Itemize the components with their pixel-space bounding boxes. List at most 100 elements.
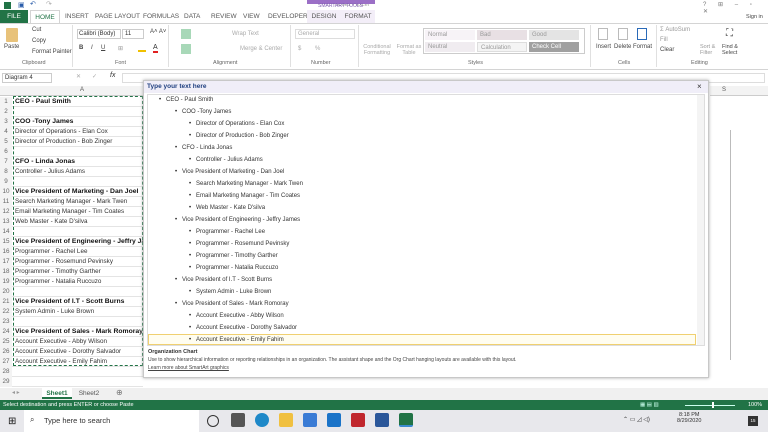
- row-number[interactable]: 20: [0, 287, 12, 297]
- cell-a[interactable]: Account Executive - Dorothy Salvador: [15, 347, 143, 357]
- text-pane-item-level-3[interactable]: Programmer - Rosemund Pevinsky: [189, 241, 289, 247]
- sheet-row[interactable]: 5 Director of Production - Bob Zinger: [0, 137, 143, 147]
- insert-function-button[interactable]: fx: [110, 72, 115, 79]
- sheet-row[interactable]: 1 CEO - Paul Smith: [0, 97, 143, 107]
- sheet-row[interactable]: 16 Programmer - Rachel Lee: [0, 247, 143, 257]
- text-pane-item-level-3[interactable]: Programmer - Rachel Lee: [189, 229, 265, 235]
- row-number[interactable]: 24: [0, 327, 12, 337]
- cell-a[interactable]: Programmer - Rachel Lee: [15, 247, 143, 257]
- column-header-a[interactable]: A: [80, 87, 84, 93]
- font-color-icon[interactable]: A: [153, 44, 158, 53]
- clear-button[interactable]: Clear: [660, 47, 674, 53]
- row-number[interactable]: 10: [0, 187, 12, 197]
- sheet-row[interactable]: 19 Programmer - Natalia Ruccuzo: [0, 277, 143, 287]
- cortana-icon[interactable]: [207, 415, 219, 427]
- view-buttons[interactable]: ▦ ▤ ▥: [640, 400, 659, 410]
- cell-a[interactable]: Controller - Julius Adams: [15, 167, 143, 177]
- insert-button[interactable]: Insert: [596, 44, 611, 50]
- mcafee-icon[interactable]: [351, 413, 365, 427]
- bold-button[interactable]: B: [79, 45, 83, 51]
- text-pane-item-level-3[interactable]: Account Executive - Dorothy Salvador: [189, 325, 297, 331]
- row-number[interactable]: 8: [0, 167, 12, 177]
- learn-more-link[interactable]: Learn more about SmartArt graphics: [148, 365, 229, 371]
- sheet-row[interactable]: 11 Search Marketing Manager - Mark Twen: [0, 197, 143, 207]
- fill-color-icon[interactable]: [138, 46, 146, 52]
- sheet-row[interactable]: 12 Email Marketing Manager - Tim Coates: [0, 207, 143, 217]
- tab-format[interactable]: FORMAT: [341, 10, 375, 23]
- text-pane-item-level-1[interactable]: CEO - Paul Smith: [159, 97, 213, 103]
- style-check-cell[interactable]: Check Cell: [529, 42, 579, 52]
- sheet-row[interactable]: 15 Vice President of Engineering - Jeffry…: [0, 237, 143, 247]
- text-pane-item-level-3[interactable]: Account Executive - Emily Fahim: [189, 337, 284, 343]
- row-number[interactable]: 14: [0, 227, 12, 237]
- row-number[interactable]: 17: [0, 257, 12, 267]
- percent-button[interactable]: %: [315, 46, 320, 52]
- text-pane-item-level-2[interactable]: COO -Tony James: [175, 109, 231, 115]
- row-number[interactable]: 22: [0, 307, 12, 317]
- add-sheet-icon[interactable]: ⊕: [116, 388, 123, 397]
- sheet-row[interactable]: 24 Vice President of Sales - Mark Romoray: [0, 327, 143, 337]
- underline-button[interactable]: U: [101, 45, 105, 51]
- cell-a[interactable]: System Admin - Luke Brown: [15, 307, 143, 317]
- clock[interactable]: 8:18 PM 8/29/2020: [677, 412, 701, 424]
- text-pane-scrollbar[interactable]: [697, 95, 704, 345]
- style-bad[interactable]: Bad: [477, 30, 527, 40]
- text-pane-item-level-3[interactable]: Email Marketing Manager - Tim Coates: [189, 193, 300, 199]
- sort-filter-button[interactable]: Sort & Filter: [700, 44, 720, 56]
- borders-icon[interactable]: ⊞: [118, 45, 123, 52]
- text-pane-item-level-3[interactable]: Search Marketing Manager - Mark Twen: [189, 181, 303, 187]
- row-number[interactable]: 9: [0, 177, 12, 187]
- file-explorer-icon[interactable]: [279, 413, 293, 427]
- cell-a[interactable]: Vice President of I.T - Scott Burns: [15, 297, 143, 307]
- text-pane-item-level-3[interactable]: Director of Operations - Elan Cox: [189, 121, 284, 127]
- cell-a[interactable]: COO -Tony James: [15, 117, 143, 127]
- cell-a[interactable]: Programmer - Timothy Garther: [15, 267, 143, 277]
- sheet-row[interactable]: 2: [0, 107, 143, 117]
- sheet-row[interactable]: 4 Director of Operations - Elan Cox: [0, 127, 143, 137]
- sheet-row[interactable]: 22 System Admin - Luke Brown: [0, 307, 143, 317]
- enter-icon[interactable]: ✓: [92, 73, 97, 80]
- sheet-row[interactable]: 21 Vice President of I.T - Scott Burns: [0, 297, 143, 307]
- excel-taskbar-icon[interactable]: [399, 413, 413, 427]
- sheet-row[interactable]: 7 CFO - Linda Jonas: [0, 157, 143, 167]
- sheet-row[interactable]: 20: [0, 287, 143, 297]
- currency-button[interactable]: $: [298, 46, 301, 52]
- tab-review[interactable]: REVIEW: [211, 10, 237, 23]
- row-number[interactable]: 13: [0, 217, 12, 227]
- row-number[interactable]: 23: [0, 317, 12, 327]
- row-number[interactable]: 19: [0, 277, 12, 287]
- row-number[interactable]: 21: [0, 297, 12, 307]
- style-normal[interactable]: Normal: [425, 30, 475, 40]
- tab-developer[interactable]: DEVELOPER: [268, 10, 308, 23]
- system-tray-icons[interactable]: ⌃ ▭ ◿ ◁): [623, 416, 650, 423]
- undo-icon[interactable]: ↶: [30, 0, 36, 8]
- cell-a[interactable]: Director of Operations - Elan Cox: [15, 127, 143, 137]
- row-number[interactable]: 4: [0, 127, 12, 137]
- text-pane-item-level-2[interactable]: CFO - Linda Jonas: [175, 145, 232, 151]
- sheet-row[interactable]: 28: [0, 367, 143, 377]
- notifications-icon[interactable]: 15: [748, 416, 758, 426]
- zoom-slider[interactable]: [685, 405, 735, 406]
- font-size-select[interactable]: 11: [122, 29, 144, 39]
- tab-formulas[interactable]: FORMULAS: [143, 10, 179, 23]
- row-number[interactable]: 2: [0, 107, 12, 117]
- text-pane-item-level-2[interactable]: Vice President of Marketing - Dan Joel: [175, 169, 284, 175]
- align-center-icon[interactable]: [181, 44, 191, 54]
- tab-file[interactable]: FILE: [0, 10, 28, 23]
- text-pane-item-level-2[interactable]: Vice President of Sales - Mark Romoray: [175, 301, 289, 307]
- fill-button[interactable]: Fill: [660, 37, 668, 43]
- text-pane-item-level-3[interactable]: Web Master - Kate D'silva: [189, 205, 265, 211]
- sheet-nav-arrows[interactable]: ◂ ▸: [12, 389, 20, 396]
- sheet-row[interactable]: 23: [0, 317, 143, 327]
- word-icon[interactable]: [375, 413, 389, 427]
- row-number[interactable]: 29: [0, 377, 12, 387]
- row-number[interactable]: 25: [0, 337, 12, 347]
- font-grow-shrink-icons[interactable]: A˄ A˅: [150, 29, 166, 35]
- row-number[interactable]: 5: [0, 137, 12, 147]
- text-pane-item-level-3[interactable]: System Admin - Luke Brown: [189, 289, 271, 295]
- cell-a[interactable]: Account Executive - Emily Fahim: [15, 357, 143, 367]
- cut-button[interactable]: Cut: [32, 27, 41, 33]
- text-pane-item-level-3[interactable]: Director of Production - Bob Zinger: [189, 133, 289, 139]
- cell-a[interactable]: Vice President of Marketing - Dan Joel: [15, 187, 143, 197]
- wrap-text-button[interactable]: Wrap Text: [232, 31, 259, 37]
